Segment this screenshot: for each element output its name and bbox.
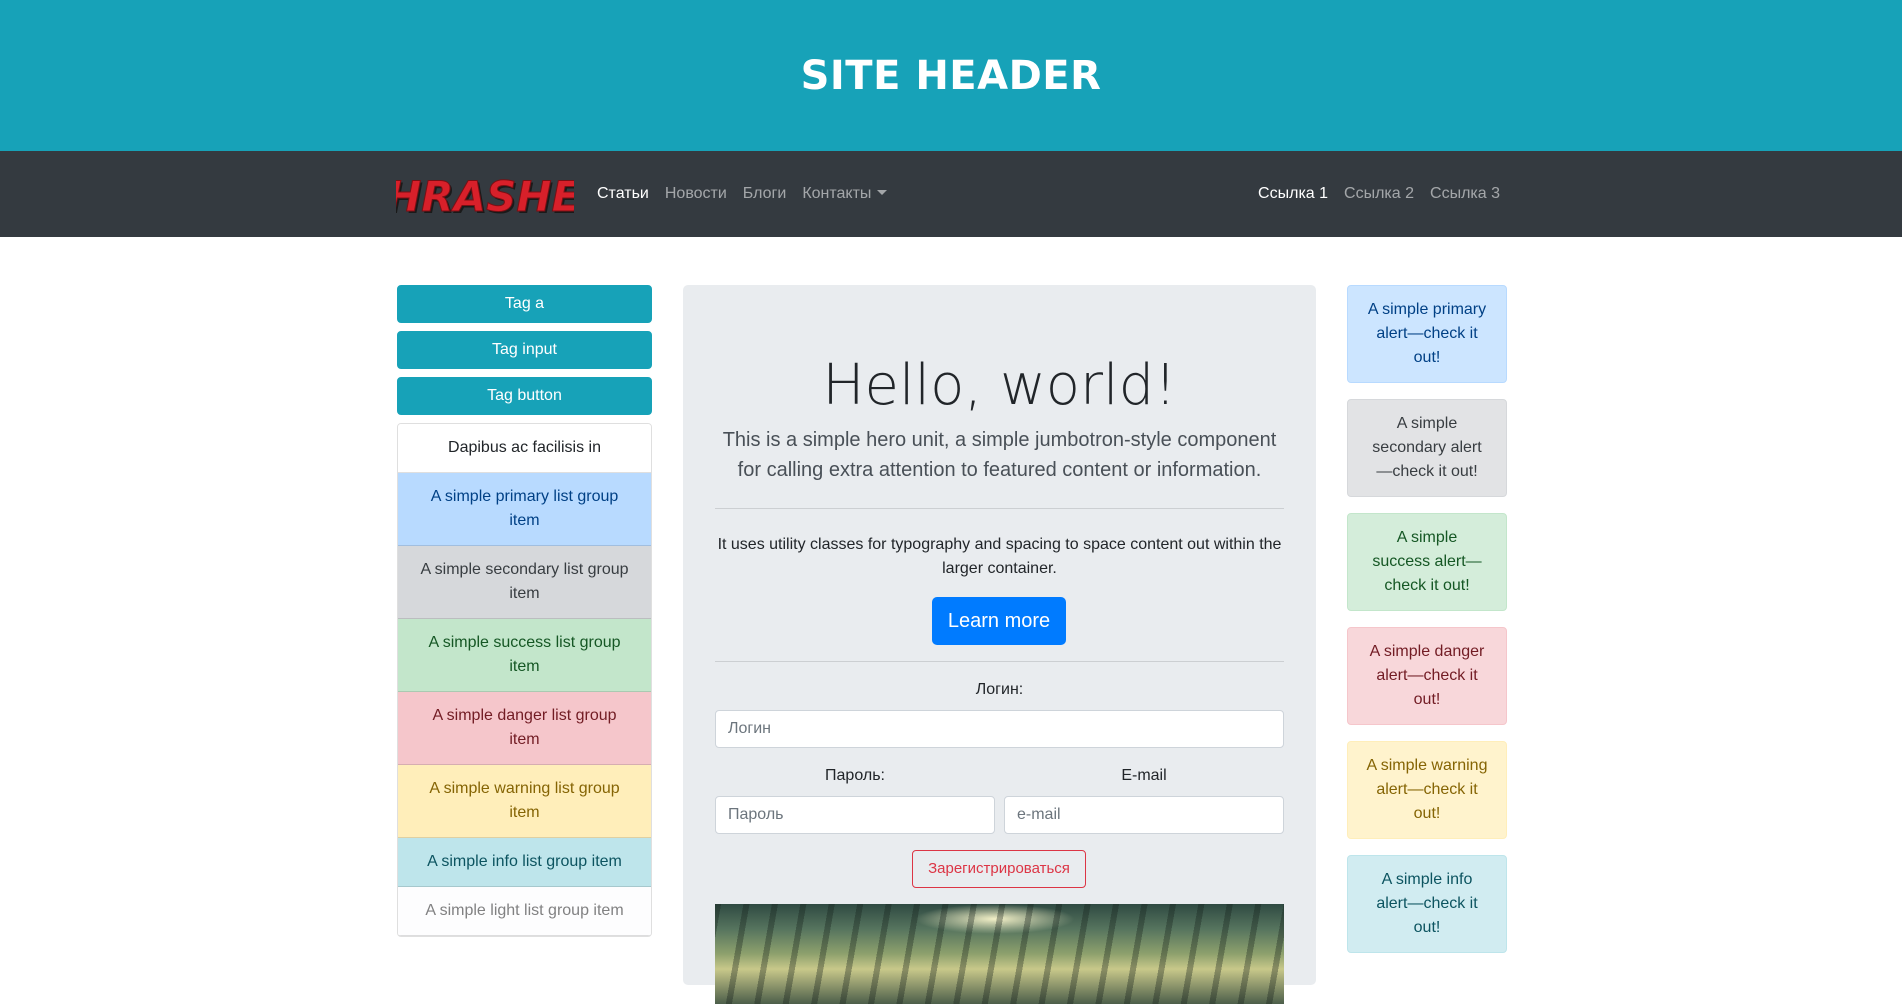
site-header: SITE HEADER bbox=[0, 0, 1902, 151]
alert-danger: A simple danger alert—check it out! bbox=[1347, 627, 1507, 725]
list-item: A simple warning list group item bbox=[398, 765, 651, 838]
list-item: A simple danger list group item bbox=[398, 692, 651, 765]
email-input[interactable] bbox=[1004, 796, 1284, 834]
forest-image bbox=[715, 904, 1284, 1004]
site-title: SITE HEADER bbox=[800, 52, 1102, 99]
nav-dropdown-contacts[interactable]: Контакты bbox=[802, 185, 888, 203]
caret-down-icon bbox=[877, 190, 888, 195]
tag-input-button[interactable]: Tag input bbox=[397, 331, 652, 369]
jumbotron-title: Hello, world! bbox=[822, 353, 1177, 418]
password-label: Пароль: bbox=[825, 767, 885, 784]
list-item: A simple secondary list group item bbox=[398, 546, 651, 619]
nav-link-1[interactable]: Ссылка 1 bbox=[1258, 185, 1328, 203]
password-input[interactable] bbox=[715, 796, 995, 834]
divider bbox=[715, 508, 1284, 509]
nav-link-news[interactable]: Новости bbox=[665, 185, 727, 203]
nav-main: Статьи Новости Блоги Контакты bbox=[597, 151, 888, 237]
thrasher-logo[interactable]: THRASHER THRASHER bbox=[396, 165, 574, 225]
list-item: Dapibus ac facilisis in bbox=[398, 424, 651, 473]
list-item: A simple primary list group item bbox=[398, 473, 651, 546]
list-item: A simple info list group item bbox=[398, 838, 651, 887]
alert-primary: A simple primary alert—check it out! bbox=[1347, 285, 1507, 383]
login-label: Логин: bbox=[975, 681, 1024, 698]
learn-more-button[interactable]: Learn more bbox=[932, 597, 1066, 645]
register-button[interactable]: Зарегистрироваться bbox=[912, 850, 1086, 888]
right-sidebar: A simple primary alert—check it out! A s… bbox=[1347, 285, 1507, 969]
nav-dropdown-label: Контакты bbox=[802, 185, 872, 202]
alert-success: A simple success alert—check it out! bbox=[1347, 513, 1507, 611]
nav-link-3[interactable]: Ссылка 3 bbox=[1430, 185, 1500, 203]
left-sidebar: Tag a Tag input Tag button Dapibus ac fa… bbox=[397, 285, 652, 937]
jumbotron: Hello, world! This is a simple hero unit… bbox=[683, 285, 1316, 1004]
tag-button-button[interactable]: Tag button bbox=[397, 377, 652, 415]
svg-text:THRASHER: THRASHER bbox=[396, 172, 574, 221]
nav-secondary: Ссылка 1 Ссылка 2 Ссылка 3 bbox=[1258, 151, 1500, 237]
alert-info: A simple info alert—check it out! bbox=[1347, 855, 1507, 953]
jumbotron-text: It uses utility classes for typography a… bbox=[717, 536, 1282, 577]
alert-secondary: A simple secondary alert—check it out! bbox=[1347, 399, 1507, 497]
list-item: A simple light list group item bbox=[398, 887, 651, 936]
nav-link-2[interactable]: Ссылка 2 bbox=[1344, 185, 1414, 203]
alert-warning: A simple warning alert—check it out! bbox=[1347, 741, 1507, 839]
tag-a-button[interactable]: Tag a bbox=[397, 285, 652, 323]
login-input[interactable] bbox=[715, 710, 1284, 748]
nav-link-blogs[interactable]: Блоги bbox=[743, 185, 787, 203]
divider bbox=[715, 661, 1284, 662]
nav-link-articles[interactable]: Статьи bbox=[597, 185, 649, 203]
email-label: E-mail bbox=[1121, 767, 1167, 784]
navbar: THRASHER THRASHER Статьи Новости Блоги К… bbox=[0, 151, 1902, 237]
jumbotron-lead: This is a simple hero unit, a simple jum… bbox=[722, 429, 1277, 481]
list-group: Dapibus ac facilisis in A simple primary… bbox=[397, 423, 652, 937]
list-item: A simple success list group item bbox=[398, 619, 651, 692]
